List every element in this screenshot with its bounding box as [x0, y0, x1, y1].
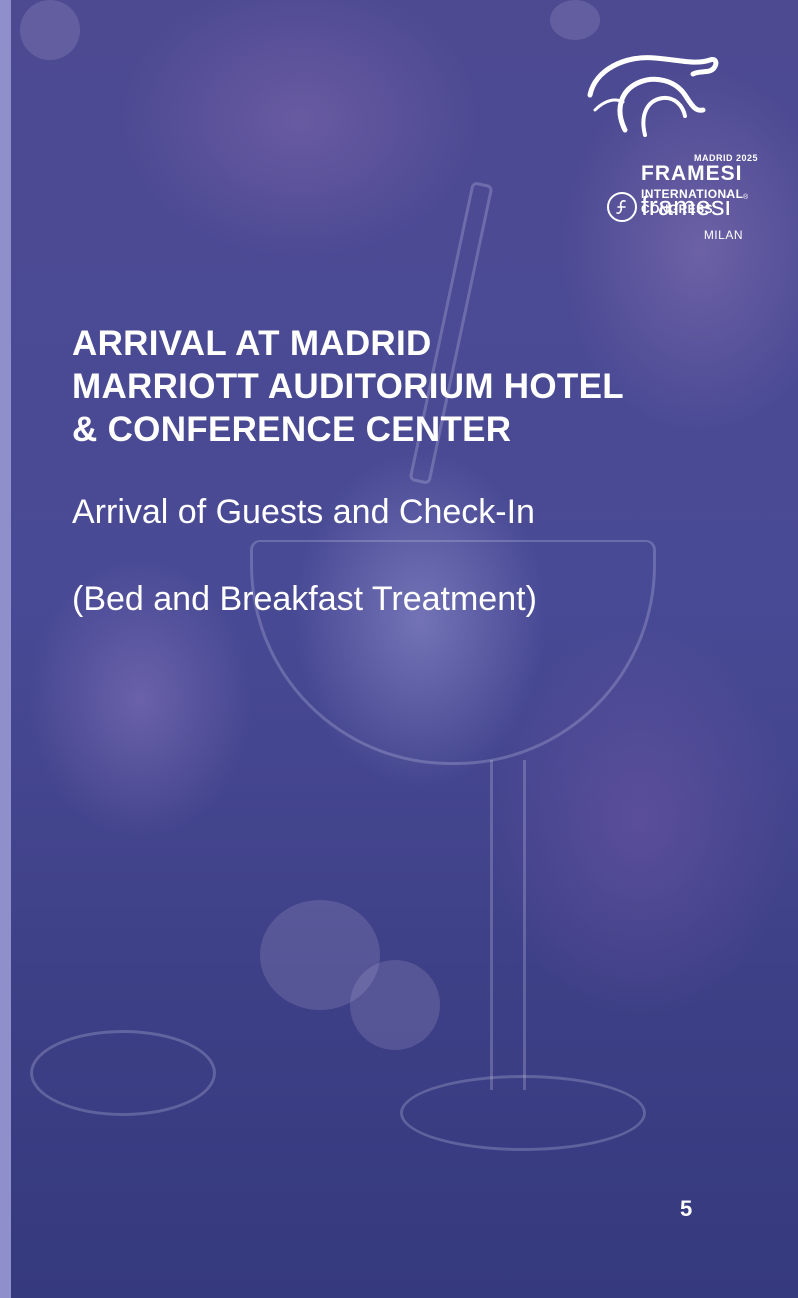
logo-event-name: FRAMESI [641, 162, 743, 185]
background-bokeh [350, 960, 440, 1050]
bull-logo-icon [587, 55, 719, 137]
background-bokeh [550, 0, 600, 40]
headline-line1: ARRIVAL AT MADRID [72, 324, 432, 363]
registered-mark: ® [743, 194, 749, 201]
brochure-page: MADRID 2025 FRAMESI INTERNATIONAL CONGRE… [0, 0, 798, 1298]
headline-line2: MARRIOTT AUDITORIUM HOTEL [72, 367, 624, 406]
arrival-subtitle: Arrival of Guests and Check-In [72, 493, 535, 531]
background-glass-bowl [250, 540, 656, 765]
brand-city: MILAN [703, 228, 743, 242]
background-glass-foot [400, 1075, 646, 1151]
page-number: 5 [680, 1196, 693, 1221]
headline-line3: & CONFERENCE CENTER [72, 410, 512, 449]
page-headline: ARRIVAL AT MADRID MARRIOTT AUDITORIUM HO… [72, 322, 624, 451]
framesi-f-icon [607, 192, 637, 222]
framesi-wordmark: framesi [641, 191, 731, 221]
background-glass-stem [490, 760, 526, 1090]
background-bokeh [20, 0, 80, 60]
background-glass-foot [30, 1030, 216, 1116]
treatment-note: (Bed and Breakfast Treatment) [72, 580, 537, 618]
left-accent-strip [0, 0, 11, 1298]
congress-logo: MADRID 2025 FRAMESI INTERNATIONAL CONGRE… [585, 40, 765, 245]
